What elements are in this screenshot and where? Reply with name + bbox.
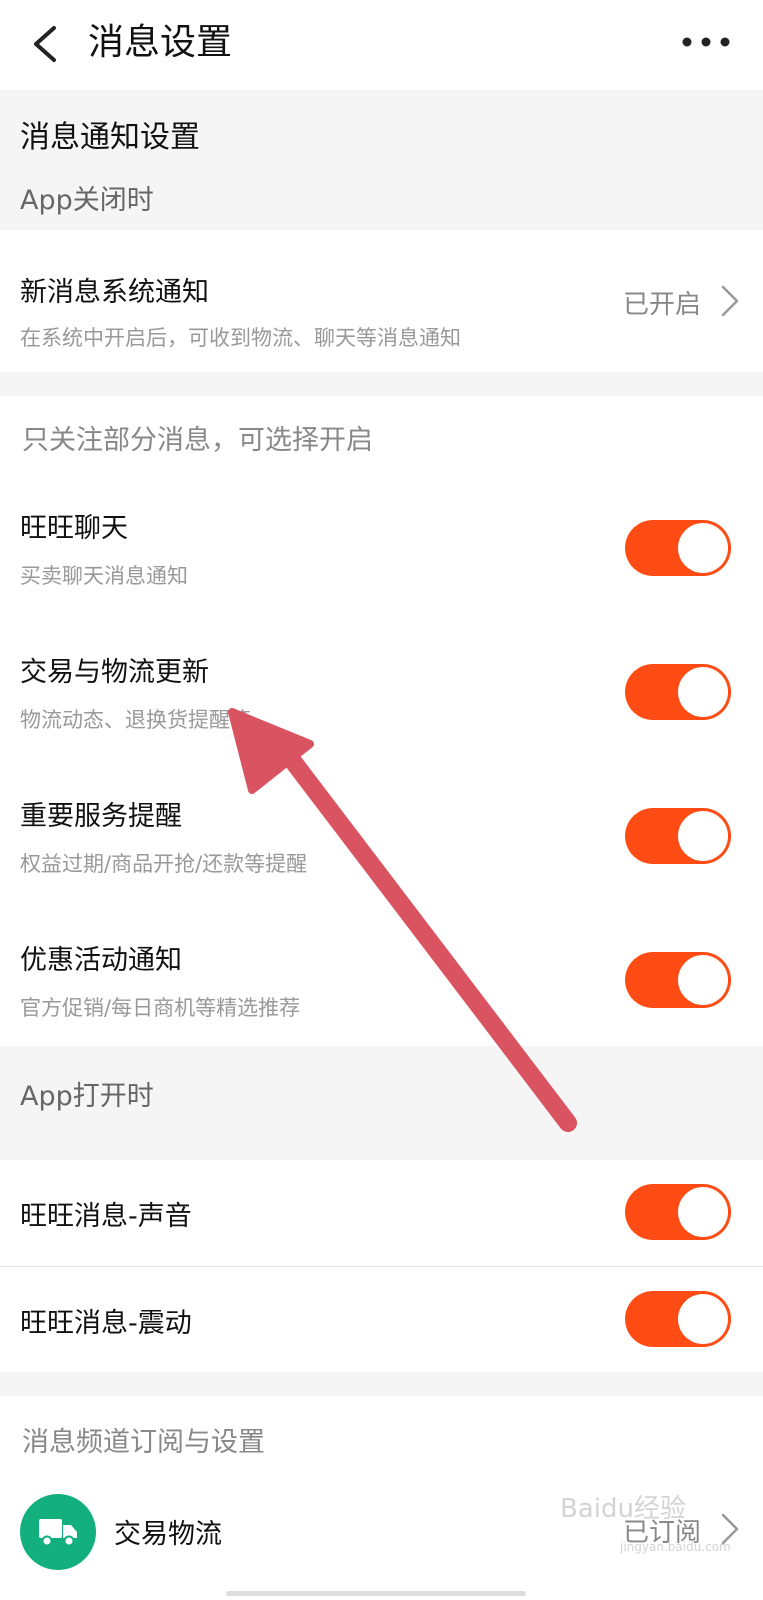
row-desc: 物流动态、退换货提醒等 bbox=[20, 708, 251, 732]
app-open-card: 旺旺消息-声音 旺旺消息-震动 bbox=[0, 1160, 763, 1372]
home-indicator bbox=[226, 1591, 526, 1596]
notification-settings-header: 消息通知设置 App关闭时 bbox=[0, 90, 763, 230]
row-desc: 权益过期/商品开抢/还款等提醒 bbox=[20, 852, 308, 876]
row-title: 旺旺消息-震动 bbox=[20, 1308, 192, 1339]
page-title: 消息设置 bbox=[88, 22, 233, 63]
app-closed-label: App关闭时 bbox=[20, 185, 154, 216]
row-title: 旺旺聊天 bbox=[20, 513, 128, 544]
toggle-row-vibrate: 旺旺消息-震动 bbox=[0, 1267, 763, 1372]
toggle-knob bbox=[678, 955, 728, 1005]
toggle-knob bbox=[678, 667, 728, 717]
system-notice-title: 新消息系统通知 bbox=[20, 277, 209, 308]
more-horizontal-icon[interactable] bbox=[681, 30, 731, 54]
toggle-row-wangwang-chat: 旺旺聊天 买卖聊天消息通知 bbox=[0, 486, 763, 626]
toggle-row-promotions: 优惠活动通知 官方促销/每日商机等精选推荐 bbox=[0, 918, 763, 1046]
toggle-knob bbox=[678, 523, 728, 573]
toggle-knob bbox=[678, 1294, 728, 1344]
channel-icon bbox=[20, 1494, 96, 1570]
toggle-row-sound: 旺旺消息-声音 bbox=[0, 1160, 763, 1266]
vibrate-toggle[interactable] bbox=[625, 1291, 731, 1347]
partial-group-label: 只关注部分消息，可选择开启 bbox=[22, 425, 373, 456]
row-title: 优惠活动通知 bbox=[20, 945, 182, 976]
nav-bar: 消息设置 bbox=[0, 0, 763, 90]
channels-label: 消息频道订阅与设置 bbox=[22, 1427, 265, 1458]
trade-logistics-toggle[interactable] bbox=[625, 664, 731, 720]
sound-toggle[interactable] bbox=[625, 1184, 731, 1240]
toggle-row-trade-logistics: 交易与物流更新 物流动态、退换货提醒等 bbox=[0, 630, 763, 770]
truck-icon bbox=[39, 1519, 77, 1547]
service-reminder-toggle[interactable] bbox=[625, 808, 731, 864]
wangwang-chat-toggle[interactable] bbox=[625, 520, 731, 576]
system-notice-row[interactable]: 新消息系统通知 在系统中开启后，可收到物流、聊天等消息通知 已开启 bbox=[0, 230, 763, 372]
promotions-toggle[interactable] bbox=[625, 952, 731, 1008]
watermark-sub: jingyan.baidu.com bbox=[620, 1540, 731, 1554]
section-title: 消息通知设置 bbox=[20, 120, 200, 155]
watermark: Baidu经验 bbox=[560, 1494, 686, 1524]
chevron-right-icon bbox=[721, 285, 739, 317]
system-notice-desc: 在系统中开启后，可收到物流、聊天等消息通知 bbox=[20, 326, 461, 350]
partial-messages-card: 只关注部分消息，可选择开启 旺旺聊天 买卖聊天消息通知 交易与物流更新 物流动态… bbox=[0, 396, 763, 1046]
toggle-row-service-reminder: 重要服务提醒 权益过期/商品开抢/还款等提醒 bbox=[0, 774, 763, 914]
row-desc: 买卖聊天消息通知 bbox=[20, 564, 188, 588]
app-open-label: App打开时 bbox=[20, 1081, 154, 1112]
app-open-header: App打开时 bbox=[0, 1046, 763, 1160]
toggle-knob bbox=[678, 811, 728, 861]
row-desc: 官方促销/每日商机等精选推荐 bbox=[20, 996, 301, 1020]
toggle-knob bbox=[678, 1187, 728, 1237]
row-title: 旺旺消息-声音 bbox=[20, 1201, 192, 1232]
row-title: 重要服务提醒 bbox=[20, 801, 182, 832]
row-title: 交易与物流更新 bbox=[20, 657, 209, 688]
system-notice-status: 已开启 bbox=[622, 290, 701, 320]
back-chevron-icon[interactable] bbox=[28, 24, 68, 64]
channel-title: 交易物流 bbox=[114, 1519, 222, 1550]
